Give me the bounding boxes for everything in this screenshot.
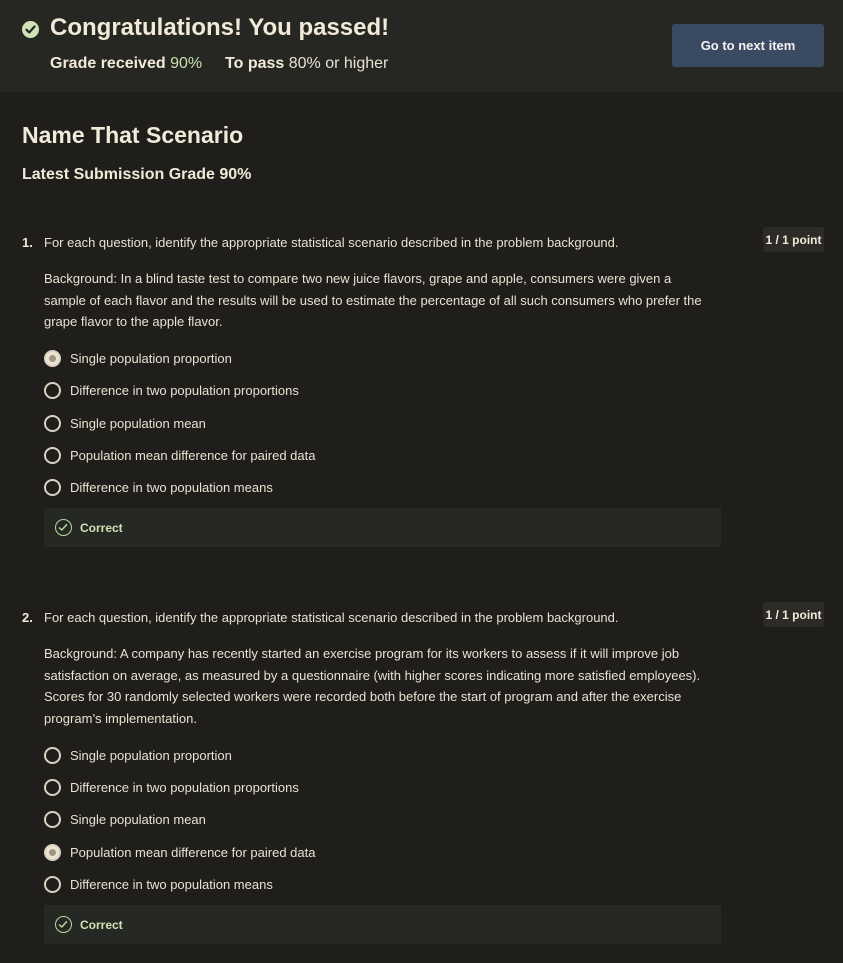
background-line: sample of each flavor and the results wi… — [44, 292, 702, 308]
latest-submission-grade: Latest Submission Grade 90% — [22, 166, 252, 183]
option-label: Population mean difference for paired da… — [70, 844, 316, 860]
question-prompt: For each question, identify the appropri… — [44, 610, 619, 625]
option-label: Single population mean — [70, 415, 206, 431]
option-difference-in-two-population-means[interactable]: Difference in two population means — [44, 874, 273, 894]
question-background: Background: A company has recently start… — [44, 643, 734, 729]
radio-button[interactable] — [44, 381, 61, 399]
background-line: program’s implementation. — [44, 710, 197, 726]
quiz-title: Name That Scenario — [22, 122, 244, 148]
option-label: Difference in two population means — [70, 876, 273, 892]
option-label: Single population mean — [70, 811, 206, 827]
check-circle-icon — [55, 916, 72, 933]
radio-button[interactable] — [44, 446, 61, 464]
feedback-label: Correct — [80, 520, 123, 535]
to-pass-label: To pass — [225, 55, 285, 72]
go-to-next-item-button[interactable]: Go to next item — [672, 24, 824, 67]
option-difference-in-two-population-proportions[interactable]: Difference in two population proportions — [44, 777, 299, 797]
option-population-mean-difference-paired[interactable]: Population mean difference for paired da… — [44, 842, 315, 862]
radio-button[interactable] — [44, 746, 61, 764]
check-circle-icon — [22, 21, 39, 38]
pass-title: Congratulations! You passed! — [50, 14, 390, 41]
points-badge: 1 / 1 point — [763, 227, 824, 252]
radio-button[interactable] — [44, 810, 61, 828]
check-circle-icon — [55, 519, 72, 536]
option-single-population-mean[interactable]: Single population mean — [44, 413, 206, 433]
points-badge: 1 / 1 point — [763, 602, 824, 627]
option-population-mean-difference-paired[interactable]: Population mean difference for paired da… — [44, 445, 315, 465]
option-single-population-proportion[interactable]: Single population proportion — [44, 745, 232, 765]
background-line: satisfaction on average, as measured by … — [44, 667, 701, 683]
option-difference-in-two-population-means[interactable]: Difference in two population means — [44, 477, 273, 497]
background-line: grape flavor to the apple flavor. — [44, 314, 223, 329]
to-pass-value: 80% or higher — [288, 55, 389, 72]
background-line: Background: A company has recently start… — [44, 646, 680, 661]
option-label: Single population proportion — [70, 747, 232, 763]
option-label: Difference in two population means — [70, 479, 273, 495]
radio-button[interactable] — [44, 349, 61, 367]
question-number: 1. — [22, 235, 33, 250]
question-prompt: For each question, identify the appropri… — [44, 235, 619, 250]
option-difference-in-two-population-proportions[interactable]: Difference in two population proportions — [44, 380, 299, 400]
background-line: Scores for 30 randomly selected workers … — [44, 689, 682, 704]
option-label: Single population proportion — [70, 350, 232, 366]
grade-summary: Grade received 90% To pass 80% or higher — [50, 55, 388, 73]
feedback-correct: Correct — [44, 905, 721, 944]
feedback-correct: Correct — [44, 508, 721, 547]
feedback-label: Correct — [80, 917, 123, 932]
pass-banner: Congratulations! You passed! Grade recei… — [0, 0, 843, 92]
radio-button[interactable] — [44, 478, 61, 496]
grade-received-label: Grade received — [50, 55, 166, 72]
option-label: Difference in two population proportions — [70, 779, 299, 795]
question-background: Background: In a blind taste test to com… — [44, 268, 734, 333]
radio-button[interactable] — [44, 778, 61, 796]
option-label: Difference in two population proportions — [70, 382, 299, 398]
grade-received-value: 90% — [170, 55, 203, 72]
option-single-population-mean[interactable]: Single population mean — [44, 809, 206, 829]
radio-button[interactable] — [44, 875, 61, 893]
background-line: Background: In a blind taste test to com… — [44, 271, 672, 286]
radio-button[interactable] — [44, 843, 61, 861]
question-number: 2. — [22, 610, 33, 625]
option-single-population-proportion[interactable]: Single population proportion — [44, 348, 232, 368]
option-label: Population mean difference for paired da… — [70, 447, 316, 463]
radio-button[interactable] — [44, 414, 61, 432]
